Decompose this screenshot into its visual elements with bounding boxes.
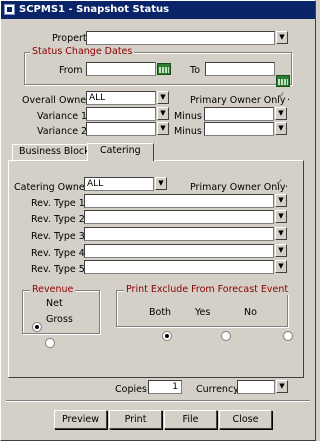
- revenue-gross-label: Gross: [46, 314, 73, 325]
- print-exclude-both-label: Both: [149, 307, 172, 318]
- rev-type-2-dropdown-button[interactable]: ▼: [275, 210, 287, 223]
- overall-owner-dropdown-button[interactable]: ▼: [157, 91, 169, 104]
- minus-label: Minus: [174, 111, 202, 122]
- rev-type-5-dropdown-button[interactable]: ▼: [275, 260, 287, 273]
- variance2-minus-input[interactable]: [204, 122, 274, 136]
- currency-label: Currency: [196, 384, 239, 395]
- from-date-input[interactable]: [86, 62, 156, 76]
- variance2-dropdown-button[interactable]: ▼: [157, 122, 169, 135]
- variance1-minus-input[interactable]: [204, 107, 274, 121]
- chevron-down-icon: ▼: [279, 382, 285, 390]
- catering-owner-label: Catering Owner: [14, 182, 89, 193]
- tab-business-block[interactable]: Business Block: [12, 144, 97, 160]
- variance1-dropdown-button[interactable]: ▼: [157, 107, 169, 120]
- rev-type-2-input[interactable]: [84, 210, 274, 224]
- variance1-input[interactable]: [86, 107, 156, 121]
- catering-primary-owner-only-checkbox[interactable]: ✓: [275, 179, 284, 188]
- rev-type-1-dropdown-button[interactable]: ▼: [275, 194, 287, 207]
- variance2-input[interactable]: [86, 122, 156, 136]
- app-icon: [4, 4, 15, 15]
- chevron-down-icon: ▼: [158, 179, 164, 187]
- catering-owner-dropdown-button[interactable]: ▼: [155, 177, 167, 190]
- revenue-gross-radio[interactable]: [45, 338, 56, 348]
- variance1-label: Variance 1: [37, 111, 88, 122]
- variance2-label: Variance 2: [37, 126, 88, 137]
- rev-type-1-input[interactable]: [84, 194, 274, 208]
- rev-type-1-label: Rev. Type 1: [31, 198, 85, 209]
- bottom-separator: [6, 400, 310, 402]
- variance1-minus-dropdown-button[interactable]: ▼: [275, 107, 287, 120]
- chevron-down-icon: ▼: [160, 93, 166, 101]
- checkmark-icon: ✓: [275, 178, 284, 188]
- currency-input[interactable]: [237, 380, 275, 394]
- chevron-down-icon: ▼: [278, 109, 284, 117]
- chevron-down-icon: ▼: [160, 124, 166, 132]
- rev-type-3-dropdown-button[interactable]: ▼: [275, 227, 287, 240]
- primary-owner-only-checkbox[interactable]: ✓: [277, 92, 286, 101]
- title-bar: SCPMS1 - Snapshot Status: [0, 0, 316, 19]
- preview-button[interactable]: Preview: [54, 410, 107, 429]
- overall-owner-label: Overall Owner: [22, 95, 90, 106]
- rev-type-5-input[interactable]: [84, 260, 274, 274]
- chevron-down-icon: ▼: [278, 229, 284, 237]
- window-title: SCPMS1 - Snapshot Status: [19, 4, 170, 15]
- chevron-down-icon: ▼: [278, 262, 284, 270]
- chevron-down-icon: ▼: [279, 33, 285, 41]
- status-change-dates-title: Status Change Dates: [30, 46, 135, 57]
- file-button[interactable]: File: [164, 410, 217, 429]
- to-label: To: [190, 65, 201, 76]
- revenue-net-radio[interactable]: [32, 322, 42, 332]
- chevron-down-icon: ▼: [278, 212, 284, 220]
- revenue-title: Revenue: [30, 284, 76, 295]
- checkbox-dot: .: [287, 92, 291, 103]
- rev-type-4-dropdown-button[interactable]: ▼: [275, 244, 287, 257]
- close-button[interactable]: Close: [219, 410, 272, 429]
- rev-type-4-label: Rev. Type 4: [31, 248, 85, 259]
- tab-catering[interactable]: Catering: [87, 143, 154, 161]
- catering-owner-input[interactable]: ALL: [84, 177, 154, 191]
- to-date-input[interactable]: [205, 62, 275, 76]
- minus-label: Minus: [174, 126, 202, 137]
- property-input[interactable]: [86, 31, 275, 45]
- copies-input[interactable]: 1: [148, 380, 182, 394]
- print-exclude-yes-label: Yes: [195, 307, 211, 318]
- calendar-icon[interactable]: [157, 63, 171, 75]
- chevron-down-icon: ▼: [278, 196, 284, 204]
- from-label: From: [59, 65, 83, 76]
- currency-dropdown-button[interactable]: ▼: [276, 380, 288, 393]
- rev-type-2-label: Rev. Type 2: [31, 214, 85, 225]
- calendar-icon[interactable]: [276, 75, 290, 87]
- chevron-down-icon: ▼: [278, 246, 284, 254]
- print-button[interactable]: Print: [109, 410, 162, 429]
- rev-type-3-input[interactable]: [84, 227, 274, 241]
- primary-owner-only-label: Primary Owner Only: [190, 95, 286, 106]
- rev-type-4-input[interactable]: [84, 244, 274, 258]
- copies-label: Copies: [115, 384, 147, 395]
- variance2-minus-dropdown-button[interactable]: ▼: [275, 122, 287, 135]
- rev-type-5-label: Rev. Type 5: [31, 264, 85, 275]
- chevron-down-icon: ▼: [160, 109, 166, 117]
- overall-owner-input[interactable]: ALL: [86, 91, 156, 105]
- print-exclude-title: Print Exclude From Forecast Event: [124, 284, 291, 295]
- checkbox-dot: .: [285, 179, 289, 190]
- rev-type-3-label: Rev. Type 3: [31, 231, 85, 242]
- chevron-down-icon: ▼: [278, 124, 284, 132]
- revenue-net-label: Net: [46, 298, 63, 309]
- print-exclude-no-label: No: [244, 307, 257, 318]
- checkmark-icon: ✓: [277, 91, 286, 101]
- tab-catering-label: Catering: [100, 145, 141, 156]
- catering-primary-owner-only-label: Primary Owner Only: [190, 182, 286, 193]
- property-dropdown-button[interactable]: ▼: [276, 31, 288, 44]
- print-exclude-both-radio[interactable]: [162, 331, 173, 341]
